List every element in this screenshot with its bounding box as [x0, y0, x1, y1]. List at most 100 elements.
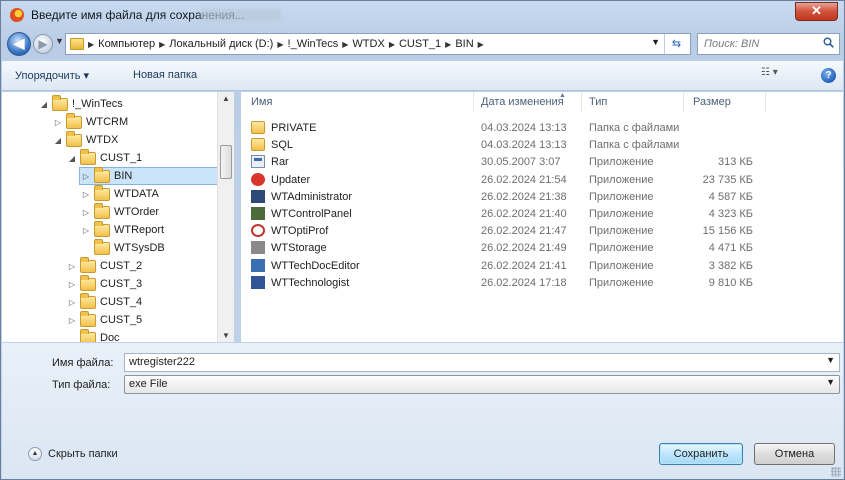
filetype-label: Тип файла:: [52, 379, 111, 391]
file-date: 26.02.2024 21:47: [481, 225, 567, 238]
refresh-icon[interactable]: ⇆: [664, 34, 688, 54]
file-size: 313 КБ: [717, 156, 753, 169]
address-bar[interactable]: ▶ Компьютер ▶ Локальный диск (D:) ▶ !_Wi…: [65, 33, 691, 55]
tree-item-label: CUST_5: [100, 314, 143, 326]
filename-input[interactable]: wtregister222 ▼: [124, 353, 840, 372]
folder-tree-scrollbar[interactable]: ▲ ▼: [217, 92, 234, 342]
chevron-right-icon[interactable]: ▶: [159, 40, 165, 49]
file-row[interactable]: WTAdministrator 26.02.2024 21:38 Приложени…: [241, 189, 843, 206]
help-icon[interactable]: ?: [821, 68, 836, 83]
tree-item-wtsysdb[interactable]: WTSysDB: [80, 238, 165, 257]
file-name: SQL: [271, 139, 294, 152]
tree-item-cust2[interactable]: ▷ CUST_2: [66, 256, 143, 275]
search-icon[interactable]: [823, 37, 834, 48]
column-header-date[interactable]: Дата изменения: [481, 96, 564, 108]
tree-item-wtdx[interactable]: ◢ WTDX: [52, 130, 119, 149]
address-dropdown-icon[interactable]: ▼: [651, 37, 660, 47]
view-options-icon[interactable]: ☷ ▾: [761, 67, 795, 85]
file-row[interactable]: PRIVATE 04.03.2024 13:13 Папка с файлами: [241, 120, 843, 137]
tree-item-wtreport[interactable]: ▷ WTReport: [80, 220, 164, 239]
chevron-right-icon[interactable]: ▶: [478, 40, 484, 49]
tree-item-wtcrm[interactable]: ▷ WTCRM: [52, 112, 128, 131]
file-name: WTOptiProf: [271, 225, 329, 238]
back-button[interactable]: ◀: [7, 32, 31, 56]
tree-item-bin[interactable]: ▷ BIN: [79, 166, 234, 185]
tree-item-cust3[interactable]: ▷ CUST_3: [66, 274, 142, 293]
tree-item-cust1[interactable]: ◢ CUST_1: [66, 148, 143, 167]
chevron-right-icon[interactable]: ▶: [389, 40, 395, 49]
collapsed-arrow-icon[interactable]: ▷: [80, 208, 92, 217]
file-row[interactable]: WTTechDocEditor 26.02.2024 21:41 Приложени…: [241, 258, 843, 275]
chevron-down-icon[interactable]: ▼: [826, 355, 835, 365]
new-folder-button[interactable]: Новая папка: [133, 69, 197, 81]
tree-item-label: CUST_2: [100, 260, 143, 272]
save-button[interactable]: Сохранить: [659, 443, 743, 465]
chevron-down-icon[interactable]: ▼: [826, 377, 835, 387]
collapsed-arrow-icon[interactable]: ▷: [80, 190, 92, 199]
collapsed-arrow-icon[interactable]: ▷: [66, 298, 78, 307]
hide-folders-button[interactable]: ▲ Скрыть папки: [28, 447, 118, 461]
column-divider[interactable]: [473, 92, 474, 112]
tree-item-wintecs[interactable]: ◢ !_WinTecs: [38, 94, 123, 113]
scroll-down-icon[interactable]: ▼: [222, 331, 230, 340]
expanded-arrow-icon[interactable]: ◢: [52, 136, 64, 145]
organize-menu-button[interactable]: Упорядочить ▾: [15, 69, 89, 82]
collapsed-arrow-icon[interactable]: ▷: [66, 262, 78, 271]
file-type: Приложение: [589, 225, 654, 238]
tree-item-cust5[interactable]: ▷ CUST_5: [66, 310, 143, 329]
breadcrumb-computer[interactable]: Компьютер: [98, 38, 155, 50]
chevron-right-icon[interactable]: ▶: [342, 40, 348, 49]
breadcrumb-cust1[interactable]: CUST_1: [399, 38, 441, 50]
expanded-arrow-icon[interactable]: ◢: [66, 154, 78, 163]
search-input[interactable]: Поиск: BIN: [697, 33, 840, 55]
chevron-right-icon[interactable]: ▶: [445, 40, 451, 49]
breadcrumb-wintecs[interactable]: !_WinTecs: [288, 38, 339, 50]
collapsed-arrow-icon[interactable]: ▷: [80, 226, 92, 235]
file-row[interactable]: SQL 04.03.2024 13:13 Папка с файлами: [241, 137, 843, 154]
column-divider[interactable]: [581, 92, 582, 112]
tree-item-doc[interactable]: Doc: [66, 328, 120, 342]
scrollbar-thumb[interactable]: [220, 145, 232, 179]
file-date: 26.02.2024 17:18: [481, 276, 567, 289]
cancel-button[interactable]: Отмена: [754, 443, 835, 465]
folder-icon: [94, 238, 110, 255]
file-row[interactable]: Rar 30.05.2007 3:07 Приложение 313 КБ: [241, 154, 843, 171]
close-button[interactable]: ✕: [795, 2, 838, 21]
column-header-name[interactable]: Имя: [251, 96, 272, 108]
file-size: 3 382 КБ: [708, 259, 753, 272]
file-row[interactable]: Updater 26.02.2024 21:54 Приложение 23 735 …: [241, 172, 843, 189]
tree-item-cust4[interactable]: ▷ CUST_4: [66, 292, 142, 311]
tree-item-wtorder[interactable]: ▷ WTOrder: [80, 202, 160, 221]
recent-locations-dropdown[interactable]: ▼: [55, 36, 64, 46]
breadcrumb-wtdx[interactable]: WTDX: [352, 38, 384, 50]
column-header-type[interactable]: Тип: [589, 96, 607, 108]
collapsed-arrow-icon[interactable]: ▷: [80, 172, 92, 181]
folder-icon: [80, 292, 96, 309]
breadcrumb-bin[interactable]: BIN: [455, 38, 473, 50]
file-row[interactable]: WTOptiProf 26.02.2024 21:47 Приложение 15 1…: [241, 223, 843, 240]
collapsed-arrow-icon[interactable]: ▷: [66, 316, 78, 325]
collapsed-arrow-icon[interactable]: ▷: [52, 118, 64, 127]
file-row[interactable]: WTTechnologist 26.02.2024 17:18 Приложение…: [241, 275, 843, 292]
tree-item-label: CUST_1: [100, 152, 143, 164]
tree-item-label: WTOrder: [114, 206, 160, 218]
expanded-arrow-icon[interactable]: ◢: [38, 100, 50, 109]
column-divider[interactable]: [765, 92, 766, 112]
tree-item-label: WTDX: [86, 134, 119, 146]
forward-button[interactable]: ▶: [33, 34, 53, 54]
chevron-right-icon[interactable]: ▶: [277, 40, 283, 49]
resize-grip[interactable]: [831, 467, 841, 477]
column-header-size[interactable]: Размер: [693, 96, 731, 108]
folder-icon: [66, 130, 82, 147]
tree-item-wtdata[interactable]: ▷ WTDATA: [80, 184, 159, 203]
column-divider[interactable]: [683, 92, 684, 112]
file-row[interactable]: WTStorage 26.02.2024 21:49 Приложение 4 471…: [241, 240, 843, 257]
file-date: 04.03.2024 13:13: [481, 139, 567, 152]
scroll-up-icon[interactable]: ▲: [222, 94, 230, 103]
breadcrumb-disk-d[interactable]: Локальный диск (D:): [169, 38, 273, 50]
hide-folders-label: Скрыть папки: [48, 448, 118, 460]
filetype-select[interactable]: exe File ▼: [124, 375, 840, 394]
chevron-right-icon[interactable]: ▶: [88, 40, 94, 49]
file-row[interactable]: WTControlPanel 26.02.2024 21:40 Приложение…: [241, 206, 843, 223]
collapsed-arrow-icon[interactable]: ▷: [66, 280, 78, 289]
